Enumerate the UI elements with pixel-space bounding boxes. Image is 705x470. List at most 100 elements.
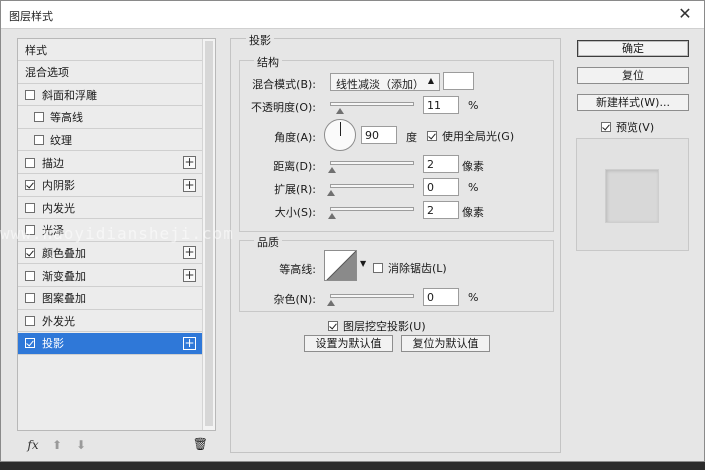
drop-shadow-panel: 投影 结构 混合模式(B): 线性减淡（添加） ▲ 不透明度(O): 11 % …: [230, 32, 561, 453]
contour-label: 等高线:: [279, 263, 316, 276]
add-effect-icon[interactable]: +: [183, 156, 196, 169]
size-slider[interactable]: [328, 207, 414, 219]
preview-checkbox[interactable]: [601, 122, 611, 132]
global-light-checkbox[interactable]: [427, 131, 437, 141]
size-slider-thumb[interactable]: [328, 213, 336, 219]
shadow-color-swatch[interactable]: [443, 72, 474, 90]
style-list-item[interactable]: 光泽: [18, 220, 202, 242]
style-list-item[interactable]: 混合选项: [18, 62, 202, 84]
style-item-checkbox[interactable]: [25, 315, 35, 326]
style-list-item[interactable]: 投影 +: [18, 332, 202, 355]
style-item-label: 外发光: [42, 314, 75, 328]
make-default-button[interactable]: 设置为默认值: [304, 335, 393, 352]
add-effect-icon[interactable]: +: [183, 178, 196, 192]
list-scrollbar[interactable]: [202, 39, 215, 430]
reset-default-button[interactable]: 复位为默认值: [401, 335, 490, 352]
style-list-item[interactable]: 渐变叠加 +: [18, 265, 202, 287]
blend-mode-value: 线性减淡（添加）: [336, 78, 424, 91]
structure-group: 结构 混合模式(B): 线性减淡（添加） ▲ 不透明度(O): 11 % 角度(…: [239, 54, 554, 232]
fx-icon[interactable]: fx: [25, 438, 41, 452]
opacity-slider[interactable]: [330, 102, 414, 114]
style-item-checkbox[interactable]: [34, 134, 44, 145]
style-preview: [576, 138, 689, 251]
style-list-item[interactable]: 外发光: [18, 310, 202, 333]
size-label: 大小(S):: [274, 206, 316, 219]
style-item-checkbox[interactable]: [25, 89, 35, 100]
add-effect-icon[interactable]: +: [183, 246, 196, 260]
style-list-footer: fx ⬆ ⬇ 🗑: [17, 434, 216, 456]
angle-dial[interactable]: [324, 119, 356, 151]
opacity-input[interactable]: 11: [423, 96, 459, 114]
ok-button[interactable]: 确定: [577, 40, 689, 57]
antialias-label: 消除锯齿(L): [388, 262, 447, 275]
style-item-checkbox[interactable]: [25, 180, 35, 191]
arrow-up-icon[interactable]: ⬆: [49, 438, 65, 452]
spread-unit: %: [468, 181, 479, 194]
noise-label: 杂色(N):: [273, 293, 316, 306]
quality-title: 品质: [254, 234, 282, 250]
new-style-button[interactable]: 新建样式(W)...: [577, 94, 689, 111]
contour-picker[interactable]: [324, 250, 357, 281]
style-preview-swatch: [605, 169, 659, 223]
distance-input[interactable]: 2: [423, 155, 459, 173]
spread-slider-thumb[interactable]: [327, 190, 335, 196]
window-title: 图层样式: [9, 10, 53, 23]
knockout-checkbox[interactable]: [328, 321, 338, 331]
knockout-checkbox-row[interactable]: 图层挖空投影(U): [328, 318, 426, 334]
style-list-item[interactable]: 纹理: [18, 129, 202, 152]
add-effect-icon[interactable]: +: [183, 269, 196, 282]
style-item-checkbox[interactable]: [25, 247, 35, 258]
spread-slider[interactable]: [327, 184, 414, 196]
preview-checkbox-row[interactable]: 预览(V): [601, 119, 654, 135]
angle-input[interactable]: 90: [361, 126, 397, 144]
style-list-item[interactable]: 等高线: [18, 107, 202, 129]
opacity-slider-thumb[interactable]: [336, 108, 345, 114]
style-item-label: 描边: [42, 156, 64, 170]
chevron-down-icon: ▲: [427, 76, 434, 85]
style-item-checkbox[interactable]: [25, 202, 35, 213]
style-item-checkbox[interactable]: [25, 338, 35, 349]
quality-group: 品质 等高线: ▼ 消除锯齿(L) 杂色(N): 0 %: [239, 234, 554, 312]
distance-slider[interactable]: [328, 161, 414, 173]
opacity-unit: %: [468, 99, 479, 112]
style-item-checkbox[interactable]: [25, 270, 35, 281]
spread-input[interactable]: 0: [423, 178, 459, 196]
blend-mode-select[interactable]: 线性减淡（添加） ▲: [330, 73, 440, 91]
size-input[interactable]: 2: [423, 201, 459, 219]
preview-label: 预览(V): [616, 121, 655, 134]
noise-input[interactable]: 0: [423, 288, 459, 306]
close-icon[interactable]: ✕: [674, 4, 696, 24]
style-list-item[interactable]: 斜面和浮雕: [18, 84, 202, 107]
style-list-item[interactable]: 图案叠加: [18, 288, 202, 310]
trash-icon[interactable]: 🗑: [193, 437, 208, 451]
reset-button[interactable]: 复位: [577, 67, 689, 84]
noise-slider-thumb[interactable]: [327, 300, 335, 306]
global-light-checkbox-row[interactable]: 使用全局光(G): [427, 128, 514, 144]
style-list-item[interactable]: 内发光: [18, 197, 202, 220]
noise-slider[interactable]: [327, 294, 414, 306]
antialias-checkbox[interactable]: [373, 263, 383, 273]
antialias-checkbox-row[interactable]: 消除锯齿(L): [373, 260, 447, 276]
contour-chevron-icon[interactable]: ▼: [360, 259, 366, 268]
style-item-checkbox[interactable]: [25, 225, 35, 236]
style-list-item[interactable]: 描边 +: [18, 152, 202, 174]
arrow-down-icon[interactable]: ⬇: [73, 438, 89, 452]
distance-slider-thumb[interactable]: [328, 167, 336, 173]
style-list-item[interactable]: 样式: [18, 39, 202, 61]
style-item-checkbox[interactable]: [34, 112, 44, 123]
style-item-label: 光泽: [42, 224, 64, 238]
add-effect-icon[interactable]: +: [183, 336, 196, 350]
knockout-label: 图层挖空投影(U): [343, 320, 426, 333]
style-item-label: 样式: [25, 43, 47, 57]
angle-dial-hand: [340, 122, 341, 136]
style-list-item[interactable]: 内阴影 +: [18, 175, 202, 197]
blend-mode-label: 混合模式(B):: [252, 78, 316, 91]
style-item-checkbox[interactable]: [25, 293, 35, 304]
style-item-label: 斜面和浮雕: [42, 88, 97, 102]
style-item-label: 内阴影: [42, 179, 75, 193]
title-bar[interactable]: 图层样式 ✕: [1, 1, 704, 29]
list-scroll-thumb[interactable]: [205, 41, 213, 426]
style-item-label: 渐变叠加: [42, 269, 86, 283]
style-item-checkbox[interactable]: [25, 157, 35, 168]
style-list-item[interactable]: 颜色叠加 +: [18, 242, 202, 265]
